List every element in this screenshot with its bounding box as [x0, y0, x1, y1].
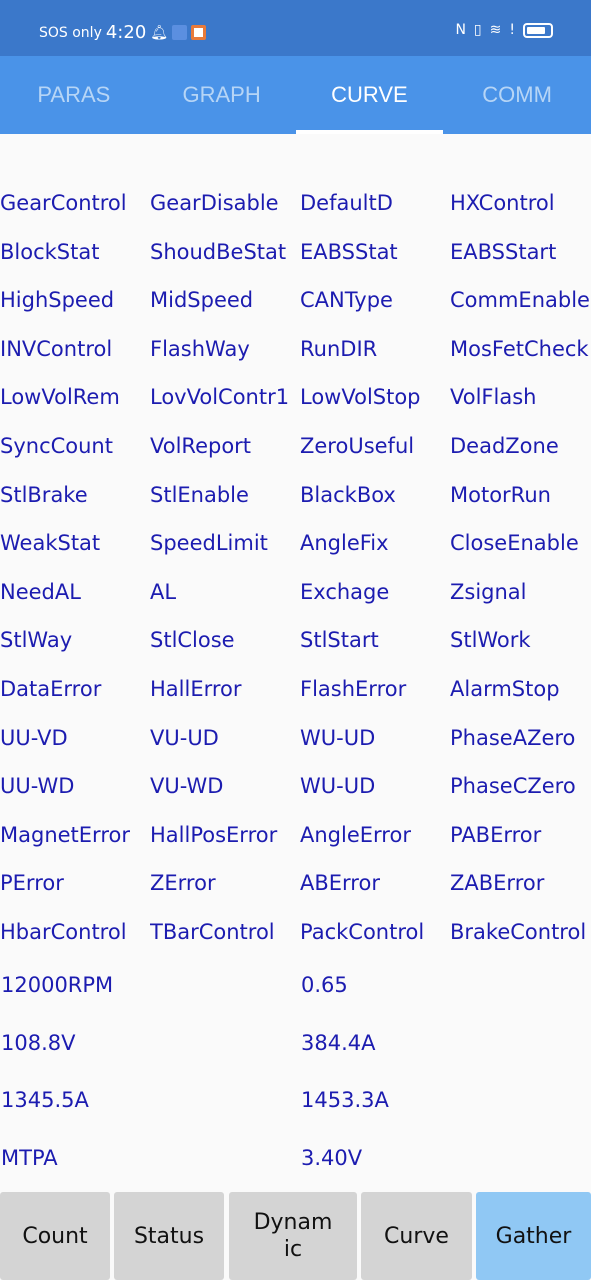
vibrate-icon: ▯	[473, 22, 482, 38]
status-label: PABError	[450, 822, 542, 847]
status-label: PhaseAZero	[450, 725, 576, 750]
status-label: FlashError	[300, 676, 407, 701]
status-label: BlockStat	[0, 239, 100, 264]
status-label: HighSpeed	[0, 288, 115, 313]
status-label: BrakeControl	[450, 919, 587, 944]
status-label: StlWay	[0, 628, 73, 653]
status-bar: SOS only 4:20 🔔︎ N ▯ ≋ !	[0, 0, 591, 56]
value-grid: 12000RPM 0.65 108.8V 384.4A 1345.5A 1453.3A MT…	[0, 957, 591, 1187]
status-label: SpeedLimit	[150, 531, 268, 556]
gather-button[interactable]: Gather	[476, 1192, 591, 1280]
status-label: DeadZone	[450, 433, 559, 458]
status-label: WU-UD	[300, 774, 376, 799]
status-label: RunDIR	[300, 336, 378, 361]
status-label: UU-VD	[0, 725, 68, 750]
status-label: PError	[0, 871, 64, 896]
status-label: LowVolStop	[300, 385, 421, 410]
status-label: StlBrake	[0, 482, 88, 507]
status-label: AngleError	[300, 822, 411, 847]
status-label: NeedAL	[0, 579, 81, 604]
status-label: Zsignal	[450, 579, 527, 604]
status-label: DataError	[0, 676, 102, 701]
status-label: TBarControl	[150, 919, 275, 944]
value-readout: 384.4A	[301, 1030, 376, 1055]
status-label: StlWork	[450, 628, 531, 653]
status-label: PhaseCZero	[450, 774, 576, 799]
status-label: FlashWay	[150, 336, 250, 361]
status-label: MosFetCheck	[450, 336, 589, 361]
status-label: CommEnable	[450, 288, 590, 313]
bottom-button-bar: Count Status Dynamic Curve Gather	[0, 1192, 591, 1280]
bell-icon: 🔔︎	[150, 24, 169, 41]
status-label: GearDisable	[150, 191, 279, 215]
count-button[interactable]: Count	[0, 1192, 110, 1280]
app-icon-2	[191, 25, 207, 40]
status-label: ZError	[150, 871, 216, 896]
status-label: StlEnable	[150, 482, 249, 507]
status-label: EABSStat	[300, 239, 398, 264]
status-label: Exchage	[300, 579, 390, 604]
status-label: HbarControl	[0, 919, 127, 944]
status-label: WU-UD	[300, 725, 376, 750]
status-label: ShoudBeStat	[150, 239, 287, 264]
value-readout: 12000RPM	[1, 973, 114, 997]
status-label: VolFlash	[450, 385, 537, 410]
battery-icon	[523, 22, 553, 38]
value-readout: MTPA	[1, 1145, 58, 1170]
status-label: LovVolContr1	[150, 385, 290, 410]
tab-comm[interactable]: COMM	[443, 56, 591, 134]
status-label: WeakStat	[0, 531, 101, 556]
status-label: GearControl	[0, 191, 127, 215]
value-readout: 3.40V	[301, 1145, 363, 1170]
dynamic-button[interactable]: Dynamic	[229, 1192, 357, 1280]
status-label: CANType	[300, 288, 393, 313]
status-label: DefaultD	[300, 191, 393, 215]
tab-graph[interactable]: GRAPH	[148, 56, 296, 134]
status-label: MidSpeed	[150, 288, 254, 313]
status-label: SyncCount	[0, 433, 113, 458]
status-label: CloseEnable	[450, 531, 579, 556]
value-readout: 1345.5A	[1, 1088, 89, 1112]
status-grid: GearControl GearDisable DefaultD HXControl B…	[0, 179, 591, 957]
status-label: StlClose	[150, 628, 235, 653]
status-label: HXControl	[450, 191, 555, 215]
status-label: VU-WD	[150, 774, 224, 799]
status-label: AL	[150, 579, 177, 604]
status-label: HallError	[150, 676, 242, 701]
status-label: LowVolRem	[0, 385, 120, 410]
status-label: ABError	[300, 871, 380, 896]
tab-curve[interactable]: CURVE	[295, 56, 444, 134]
status-label: StlStart	[300, 628, 379, 653]
value-readout: 108.8V	[1, 1030, 76, 1055]
status-label: VU-UD	[150, 725, 219, 750]
wifi-icon: ≋	[489, 22, 502, 38]
carrier-text: SOS only	[39, 24, 102, 41]
status-label: AlarmStop	[450, 676, 560, 701]
status-label: UU-WD	[0, 774, 75, 799]
tab-bar: PARAS GRAPH CURVE COMM	[0, 56, 591, 134]
status-label: INVControl	[0, 336, 113, 361]
status-label: VolReport	[150, 433, 252, 458]
clock: 4:20	[105, 22, 147, 43]
status-label: BlackBox	[300, 482, 396, 507]
status-label: ZABError	[450, 871, 545, 896]
curve-button[interactable]: Curve	[361, 1192, 472, 1280]
status-label: ZeroUseful	[300, 433, 415, 458]
status-label: MagnetError	[0, 822, 130, 847]
app-icon	[172, 25, 188, 40]
status-label: PackControl	[300, 919, 425, 944]
alert-icon: !	[509, 22, 515, 38]
status-label: HallPosError	[150, 822, 278, 847]
value-readout: 1453.3A	[301, 1088, 389, 1112]
status-label: AngleFix	[300, 531, 389, 556]
status-button[interactable]: Status	[114, 1192, 224, 1280]
tab-paras[interactable]: PARAS	[0, 56, 148, 134]
status-label: EABSStart	[450, 239, 557, 264]
value-readout: 0.65	[301, 973, 348, 997]
nfc-icon: N	[455, 22, 466, 38]
status-label: MotorRun	[450, 482, 551, 507]
